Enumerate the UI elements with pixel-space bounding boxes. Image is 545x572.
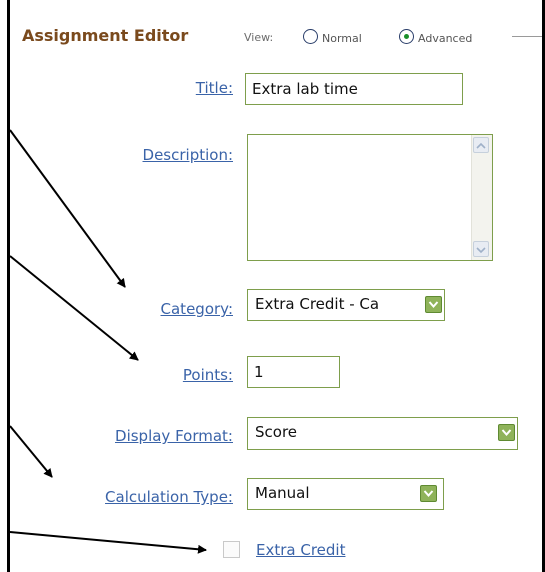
arrow-to-calculation-type	[9, 425, 53, 478]
annotation-arrows	[9, 129, 207, 554]
arrow-to-extra-credit	[9, 531, 207, 554]
arrow-to-points	[9, 255, 139, 361]
arrow-to-category	[9, 129, 126, 288]
